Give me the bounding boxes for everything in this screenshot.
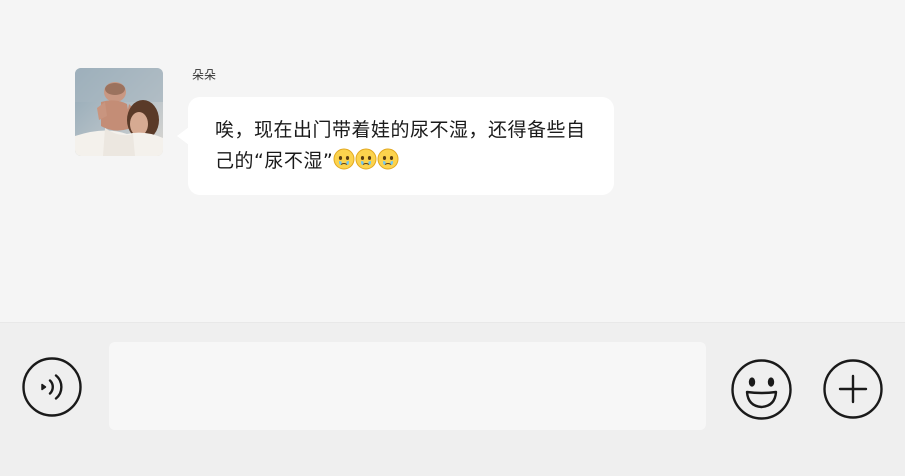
avatar-photo <box>75 68 163 156</box>
emoji-face-icon <box>731 359 792 420</box>
crying-face-emoji <box>377 148 399 170</box>
message-text-container: 唉，现在出门带着娃的尿不湿，还得备些自己的“尿不湿” <box>215 115 598 177</box>
message-text: 唉，现在出门带着娃的尿不湿，还得备些自己的“尿不湿” <box>215 119 586 172</box>
crying-face-emoji <box>333 148 355 170</box>
sender-name: 朵朵 <box>192 68 217 82</box>
sender-avatar[interactable] <box>75 68 163 156</box>
chat-area: 朵朵 唉，现在出门带着娃的尿不湿，还得备些自己的“尿不湿” <box>0 0 905 322</box>
message-input[interactable] <box>109 342 706 430</box>
crying-face-emoji <box>355 148 377 170</box>
more-options-button[interactable] <box>823 359 883 419</box>
voice-input-button[interactable] <box>22 357 82 417</box>
plus-icon <box>823 359 883 419</box>
message-bubble[interactable]: 唉，现在出门带着娃的尿不湿，还得备些自己的“尿不湿” <box>177 97 614 195</box>
emoji-button[interactable] <box>731 359 792 420</box>
bubble-tail <box>177 127 189 145</box>
voice-icon <box>22 357 82 417</box>
